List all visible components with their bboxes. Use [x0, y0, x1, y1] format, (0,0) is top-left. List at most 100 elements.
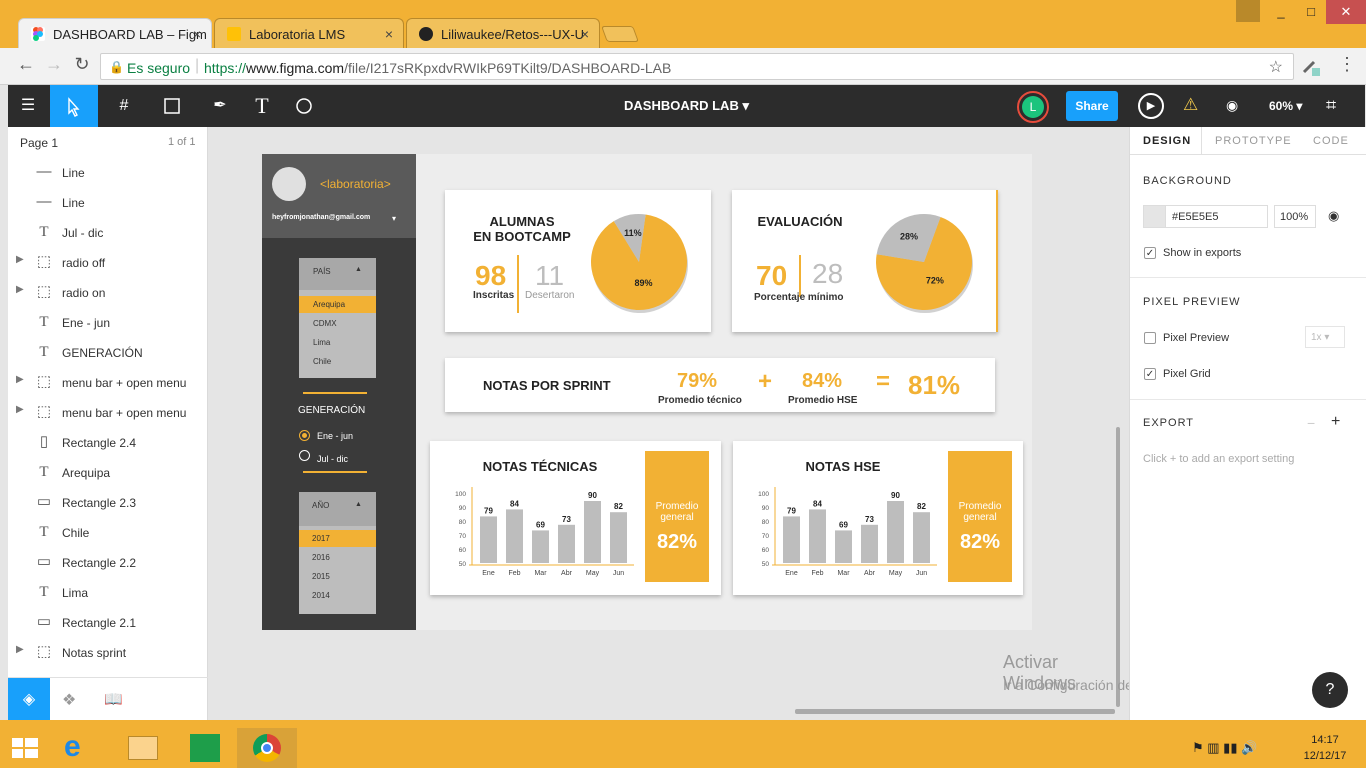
menu-dots-icon[interactable]: ⋮ — [1338, 54, 1356, 75]
eye-icon[interactable]: ◉ — [1328, 208, 1339, 224]
year-option[interactable]: 2014 — [312, 591, 330, 600]
windows-start-icon[interactable] — [12, 738, 38, 760]
layer-row[interactable]: T GENERACIÓN — [8, 337, 208, 367]
layer-row[interactable]: T Chile — [8, 517, 208, 547]
forward-icon[interactable]: → — [42, 54, 66, 75]
year-option[interactable]: 2017 — [312, 534, 330, 543]
layer-row[interactable]: ▶ ⬚ radio off — [8, 247, 208, 277]
bar-value-label: 79 — [787, 506, 796, 515]
layer-row[interactable]: ▭ Rectangle 2.2 — [8, 547, 208, 577]
user-avatar[interactable]: L — [1017, 91, 1049, 123]
add-export-icon[interactable]: + — [1331, 413, 1340, 431]
country-option[interactable]: CDMX — [313, 319, 337, 328]
tab-figma[interactable]: DASHBOARD LAB – Figm × — [18, 18, 212, 48]
layer-row[interactable]: — Line — [8, 157, 208, 187]
minimize-button[interactable]: _ — [1266, 0, 1296, 24]
layer-row[interactable]: ▶ ⬚ radio on — [8, 277, 208, 307]
pixel-preview-checkbox[interactable] — [1144, 332, 1156, 344]
eyedropper-extension-icon[interactable] — [1300, 56, 1320, 76]
expand-chevron-icon[interactable]: ▶ — [16, 404, 24, 415]
layer-row[interactable]: — Line — [8, 187, 208, 217]
url-field[interactable]: 🔒 Es seguro | https://www.figma.com/file… — [100, 53, 1294, 80]
chevron-up-icon[interactable]: ▲ — [355, 501, 362, 508]
show-exports-checkbox[interactable]: ✓ — [1144, 247, 1156, 259]
expand-chevron-icon[interactable]: ▶ — [16, 284, 24, 295]
help-button[interactable]: ? — [1312, 672, 1348, 708]
expand-chevron-icon[interactable]: ▶ — [16, 254, 24, 265]
bg-opacity-field[interactable]: 100% — [1274, 205, 1316, 228]
zoom-level[interactable]: 60% ▾ — [1269, 99, 1302, 113]
year-option[interactable]: 2015 — [312, 572, 330, 581]
store-icon[interactable] — [190, 734, 220, 762]
user-email: heyfromjonathan@gmail.com — [272, 214, 371, 221]
chevron-up-icon[interactable]: ▲ — [355, 266, 362, 273]
layers-icon[interactable]: ◈ — [8, 678, 50, 721]
tab-prototype[interactable]: PROTOTYPE — [1215, 135, 1292, 147]
crop-icon[interactable]: ⌗ — [1326, 95, 1336, 116]
divider-line — [303, 471, 367, 473]
layer-row[interactable]: ▶ ⬚ Notas sprint — [8, 637, 208, 667]
layer-row[interactable]: T Lima — [8, 577, 208, 607]
card-notas-hse[interactable]: NOTAS HSE 50 60 70 80 90 100 79 Ene 84 Feb 69 Mar 73… — [733, 441, 1023, 595]
layer-row[interactable]: ▶ ⬚ menu bar + open menu — [8, 367, 208, 397]
layer-row[interactable]: T Ene - jun — [8, 307, 208, 337]
bg-color-field[interactable]: #E5E5E5 — [1143, 205, 1268, 228]
layer-row[interactable]: T Jul - dic — [8, 217, 208, 247]
pixel-scale-select[interactable]: 1x ▾ — [1305, 326, 1345, 348]
back-icon[interactable]: ← — [14, 54, 38, 75]
new-tab-button[interactable] — [601, 26, 639, 42]
eye-icon[interactable]: ◉ — [1226, 97, 1238, 114]
year-option[interactable]: 2016 — [312, 553, 330, 562]
components-icon[interactable]: ❖ — [62, 690, 76, 710]
star-icon[interactable]: ☆ — [1269, 57, 1283, 77]
tab-code[interactable]: CODE — [1313, 135, 1349, 147]
github-icon — [419, 27, 433, 41]
tab-github[interactable]: Liliwaukee/Retos---UX-U × — [406, 18, 600, 48]
layer-row[interactable]: ▶ ⬚ menu bar + open menu — [8, 397, 208, 427]
color-swatch[interactable] — [1144, 206, 1166, 227]
reload-icon[interactable]: ↻ — [70, 54, 94, 75]
horizontal-scrollbar[interactable] — [795, 709, 1115, 714]
country-option[interactable]: Lima — [313, 338, 330, 347]
country-option[interactable]: Arequipa — [313, 300, 345, 309]
card-evaluacion[interactable]: EVALUACIÓN 70 28 Porcentaje mínimo 72% 28… — [732, 190, 998, 332]
close-window-button[interactable]: ✕ — [1326, 0, 1366, 24]
generation-option[interactable]: Jul - dic — [317, 454, 348, 464]
tab-laboratoria[interactable]: Laboratoria LMS × — [214, 18, 404, 48]
library-icon[interactable]: 📖 — [104, 690, 123, 708]
close-tab-icon[interactable]: × — [385, 26, 393, 42]
card-notas-tecnicas[interactable]: NOTAS TÉCNICAS 50 60 70 80 90 100 79 Ene 84 Feb 69… — [430, 441, 721, 595]
share-button[interactable]: Share — [1066, 91, 1118, 121]
close-tab-icon[interactable]: × — [193, 26, 201, 42]
layer-row[interactable]: ▯ Rectangle 2.4 — [8, 427, 208, 457]
chrome-taskbar-button[interactable] — [237, 728, 297, 768]
system-tray-icons[interactable]: ⚑ ▥ ▮▮ 🔊 — [1192, 740, 1257, 756]
chevron-down-icon[interactable]: ▾ — [392, 214, 396, 223]
file-explorer-icon[interactable] — [128, 736, 158, 760]
profile-icon[interactable] — [1236, 0, 1260, 22]
layer-row[interactable]: T Arequipa — [8, 457, 208, 487]
minus-icon[interactable]: − — [1307, 415, 1315, 431]
figma-canvas[interactable]: <laboratoria> heyfromjonathan@gmail.com … — [209, 127, 1129, 720]
layer-row[interactable]: ▭ Rectangle 2.3 — [8, 487, 208, 517]
country-dropdown[interactable]: PAÍS ▲ Arequipa CDMX Lima Chile — [299, 258, 376, 378]
pixel-grid-checkbox[interactable]: ✓ — [1144, 368, 1156, 380]
year-dropdown[interactable]: AÑO ▲ 2017 2016 2015 2014 — [299, 492, 376, 614]
generation-option[interactable]: Ene - jun — [317, 431, 353, 441]
dashboard-frame[interactable]: <laboratoria> heyfromjonathan@gmail.com … — [262, 154, 1032, 630]
page-label[interactable]: Page 1 — [20, 136, 58, 150]
country-option[interactable]: Chile — [313, 357, 331, 366]
internet-explorer-icon[interactable]: e — [64, 730, 81, 764]
bg-hex-value[interactable]: #E5E5E5 — [1172, 211, 1218, 223]
radio-on-icon[interactable] — [299, 430, 310, 441]
card-alumnas[interactable]: ALUMNAS EN BOOTCAMP 98 11 Inscritas Deser… — [445, 190, 711, 332]
expand-chevron-icon[interactable]: ▶ — [16, 644, 24, 655]
expand-chevron-icon[interactable]: ▶ — [16, 374, 24, 385]
layer-row[interactable]: ▭ Rectangle 2.1 — [8, 607, 208, 637]
card-notas-sprint[interactable]: NOTAS POR SPRINT 79% Promedio técnico + … — [445, 358, 995, 412]
close-tab-icon[interactable]: × — [581, 26, 589, 42]
maximize-button[interactable]: □ — [1296, 0, 1326, 24]
warning-icon[interactable]: ⚠ — [1183, 95, 1198, 115]
radio-off-icon[interactable] — [299, 450, 310, 461]
play-icon[interactable]: ▶ — [1138, 93, 1164, 119]
